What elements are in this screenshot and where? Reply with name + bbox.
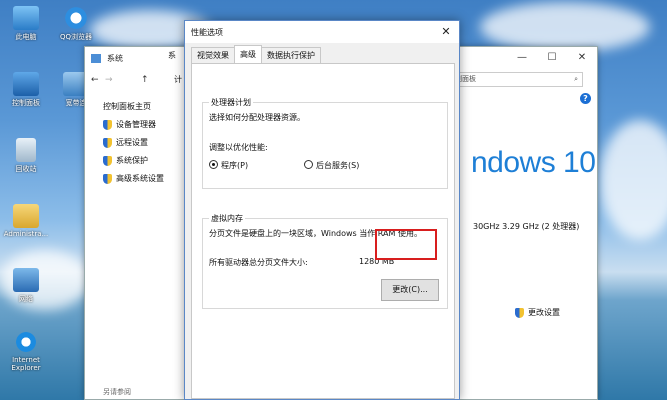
recycle-bin-icon: [16, 138, 36, 162]
up-arrow-icon[interactable]: ↑: [141, 75, 149, 85]
desktop-icon-label: 网络: [19, 295, 33, 303]
processor-scheduling-label: 处理器计划: [209, 97, 253, 108]
see-also-label: 另请参阅: [103, 388, 131, 396]
search-input[interactable]: 控制面板 ⌕: [443, 72, 583, 87]
radio-background-services-label: 后台服务(S): [316, 161, 360, 170]
system-properties-title-partial: 系: [168, 51, 176, 60]
back-arrow-icon[interactable]: ←: [91, 75, 99, 85]
sidebar-link-remote-settings[interactable]: 远程设置: [103, 137, 179, 148]
desktop-icon-qq-browser[interactable]: QQ浏览器: [52, 6, 100, 42]
control-panel-home-link[interactable]: 控制面板主页: [103, 101, 179, 112]
dialog-titlebar: 性能选项: [185, 21, 459, 43]
desktop-icon-network[interactable]: 网络: [2, 268, 50, 304]
control-panel-icon: [13, 72, 39, 96]
cloud: [480, 2, 650, 52]
minimize-button[interactable]: —: [507, 47, 537, 69]
sidebar-link-label: 设备管理器: [116, 120, 156, 129]
shield-icon: [103, 155, 112, 166]
change-virtual-memory-button[interactable]: 更改(C)...: [381, 279, 439, 301]
internet-explorer-icon: [13, 330, 39, 354]
performance-options-dialog: 性能选项 ✕ 视觉效果 高级 数据执行保护 处理器计划 选择如何分配处理器资源。…: [184, 20, 460, 400]
search-icon[interactable]: ⌕: [574, 73, 578, 86]
system-window-title: 系统: [107, 53, 123, 63]
adjust-performance-label: 调整以优化性能:: [209, 143, 268, 152]
system-icon: [91, 53, 101, 63]
sidebar-link-advanced-settings[interactable]: 高级系统设置: [103, 173, 179, 184]
total-paging-file-label: 所有驱动器总分页文件大小:: [209, 258, 308, 267]
radio-background-services[interactable]: 后台服务(S): [304, 160, 359, 171]
cloud: [600, 120, 667, 240]
user-folder-icon: [13, 204, 39, 228]
windows-10-brand: ndows 10: [471, 146, 596, 179]
shield-icon: [515, 307, 524, 318]
desktop-icon-label: 控制面板: [12, 99, 40, 107]
desktop-icon-administrator[interactable]: Administra...: [2, 204, 50, 238]
radio-programs-label: 程序(P): [221, 161, 249, 170]
dialog-close-button[interactable]: ✕: [433, 21, 459, 43]
sidebar-link-device-manager[interactable]: 设备管理器: [103, 119, 179, 130]
paging-file-description: 分页文件是硬盘上的一块区域，Windows 当作 RAM 使用。: [209, 229, 422, 238]
qq-browser-icon: [63, 6, 89, 30]
close-button[interactable]: ✕: [567, 47, 597, 69]
tab-visual-effects[interactable]: 视觉效果: [191, 47, 235, 63]
desktop-icon-label: 此电脑: [15, 33, 37, 41]
radio-button[interactable]: [304, 160, 313, 169]
window-controls: — ☐ ✕: [507, 47, 597, 69]
change-settings-link[interactable]: 更改设置: [515, 307, 560, 318]
processor-description: 选择如何分配处理器资源。: [209, 113, 305, 122]
radio-programs[interactable]: 程序(P): [209, 160, 248, 171]
forward-arrow-icon[interactable]: →: [105, 75, 113, 85]
dialog-tabs: 视觉效果 高级 数据执行保护: [191, 45, 321, 63]
desktop-icon-recycle-bin[interactable]: 回收站: [2, 138, 50, 174]
change-settings-label: 更改设置: [528, 308, 560, 317]
shield-icon: [103, 119, 112, 130]
advanced-tab-panel: 处理器计划 选择如何分配处理器资源。 调整以优化性能: 程序(P) 后台服务(S…: [191, 63, 455, 399]
sidebar-link-label: 系统保护: [116, 156, 148, 165]
processor-scheduling-group: 处理器计划 选择如何分配处理器资源。 调整以优化性能: 程序(P) 后台服务(S…: [202, 97, 448, 189]
sidebar-link-label: 高级系统设置: [116, 174, 164, 183]
desktop-icon-label: Administra...: [3, 230, 49, 238]
desktop-icon-label: Internet Explorer: [11, 356, 41, 372]
sidebar-link-label: 远程设置: [116, 138, 148, 147]
maximize-button[interactable]: ☐: [537, 47, 567, 69]
total-paging-file-value: 1280 MB: [359, 257, 395, 266]
dialog-title: 性能选项: [191, 27, 223, 37]
desktop-icon-internet-explorer[interactable]: Internet Explorer: [2, 330, 50, 372]
processor-info: 30GHz 3.29 GHz (2 处理器): [473, 222, 580, 231]
tab-advanced[interactable]: 高级: [234, 45, 262, 63]
virtual-memory-label: 虚拟内存: [209, 213, 245, 224]
desktop-icon-label: 回收站: [15, 165, 37, 173]
virtual-memory-group: 虚拟内存 分页文件是硬盘上的一块区域，Windows 当作 RAM 使用。 所有…: [202, 213, 448, 309]
shield-icon: [103, 173, 112, 184]
desktop-icon-label: QQ浏览器: [59, 33, 93, 41]
help-icon[interactable]: ?: [580, 93, 591, 104]
desktop-icon-control-panel[interactable]: 控制面板: [2, 72, 50, 108]
radio-button-selected[interactable]: [209, 160, 218, 169]
desktop-icon-this-pc[interactable]: 此电脑: [2, 6, 50, 42]
system-sidebar: 控制面板主页 设备管理器 远程设置 系统保护 高级系统设置 另请参阅: [85, 93, 179, 399]
tab-data-execution-prevention[interactable]: 数据执行保护: [261, 47, 321, 63]
sidebar-link-system-protection[interactable]: 系统保护: [103, 155, 179, 166]
computer-icon: [13, 6, 39, 30]
network-icon: [13, 268, 39, 292]
shield-icon: [103, 137, 112, 148]
system-properties-tab-partial[interactable]: 计: [174, 74, 182, 85]
